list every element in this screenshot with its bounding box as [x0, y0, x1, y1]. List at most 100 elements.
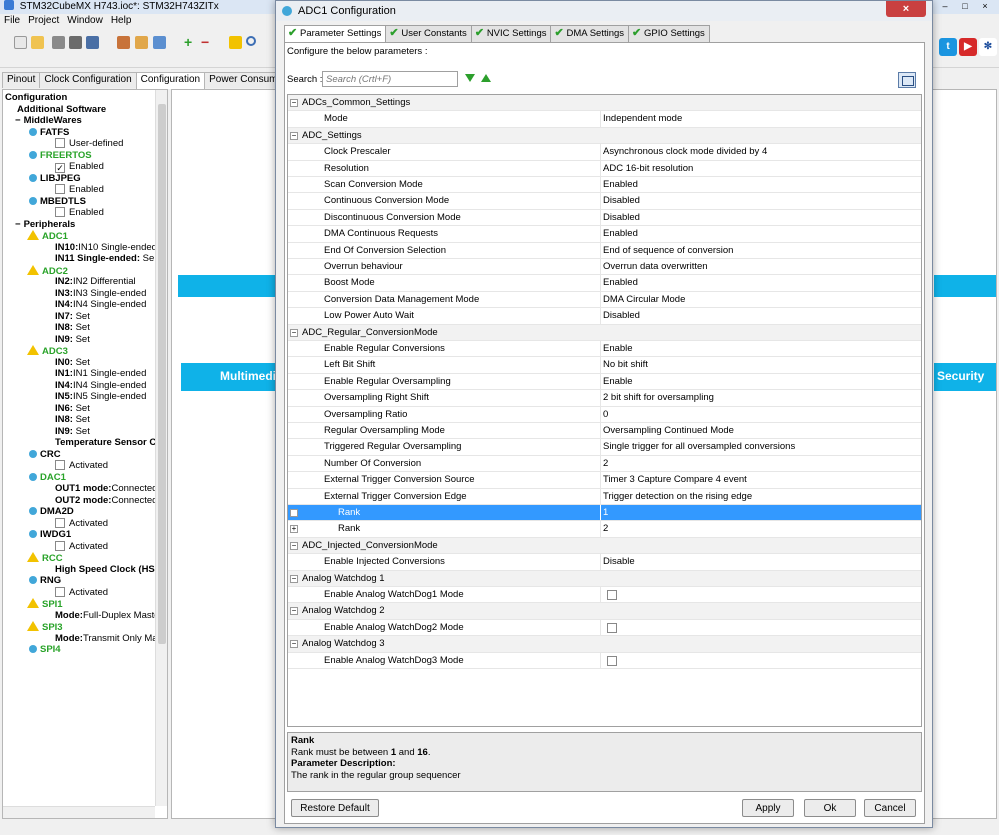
category-multimedia[interactable]: Multimedi [181, 363, 280, 391]
tree-item[interactable]: DMA2D [5, 506, 155, 518]
menu-help[interactable]: Help [111, 15, 132, 26]
parameter-row[interactable]: Mode Independent mode [288, 111, 921, 128]
zoom-out-icon[interactable]: − [201, 35, 214, 49]
parameter-checkbox[interactable] [607, 590, 617, 600]
tree-item[interactable]: Activated [5, 460, 155, 472]
parameter-value[interactable]: Asynchronous clock mode divided by 4 [603, 144, 767, 160]
tree-item[interactable]: FREERTOS [5, 150, 155, 162]
parameter-row[interactable]: Overrun behaviour Overrun data overwritte… [288, 259, 921, 276]
parameter-row[interactable]: Enable Analog WatchDog1 Mode [288, 587, 921, 604]
parameter-row[interactable]: Enable Analog WatchDog3 Mode [288, 652, 921, 669]
parameter-group[interactable]: − ADC_Regular_ConversionMode [288, 324, 921, 341]
cancel-button[interactable]: Cancel [864, 799, 916, 817]
tab-pinout[interactable]: Pinout [2, 72, 41, 88]
parameter-row[interactable]: Continuous Conversion Mode Disabled [288, 193, 921, 210]
parameter-group[interactable]: − ADC_Injected_ConversionMode [288, 537, 921, 555]
expand-icon[interactable]: + [290, 525, 298, 534]
tree-item[interactable]: ADC3 [5, 345, 155, 357]
parameter-row[interactable]: Oversampling Right Shift 2 bit shift for … [288, 390, 921, 407]
search-input[interactable] [322, 71, 458, 87]
parameter-value[interactable]: Overrun data overwritten [603, 259, 708, 275]
tree-item[interactable]: SPI1 [5, 598, 155, 610]
tree-item[interactable]: Enabled [5, 184, 155, 196]
save-as-icon[interactable] [86, 36, 99, 49]
checkbox[interactable] [55, 138, 65, 148]
tree-item[interactable]: IN4:IN4 Single-ended [5, 299, 155, 311]
tree-item[interactable]: IN2:IN2 Differential [5, 276, 155, 288]
tab-clock-configuration[interactable]: Clock Configuration [39, 72, 137, 88]
parameter-row[interactable]: + Rank 1 [288, 505, 921, 522]
tree-item[interactable]: IN3:IN3 Single-ended [5, 288, 155, 300]
parameter-value[interactable]: ADC 16-bit resolution [603, 161, 693, 177]
tree-item[interactable]: IN5:IN5 Single-ended [5, 391, 155, 403]
category-security[interactable]: Security [934, 363, 996, 391]
tree-item[interactable]: SPI3 [5, 621, 155, 633]
tree-item[interactable]: Activated [5, 586, 155, 599]
collapse-icon[interactable]: − [290, 574, 298, 583]
parameter-row[interactable]: Enable Regular Conversions Enable [288, 341, 921, 358]
collapse-icon[interactable]: − [290, 131, 298, 140]
checkbox[interactable] [55, 460, 65, 470]
parameter-value[interactable]: Enable [603, 341, 633, 357]
dialog-close-button[interactable]: × [886, 1, 926, 17]
tree-item[interactable]: DAC1 [5, 472, 155, 484]
parameter-row[interactable]: Number Of Conversion 2 [288, 455, 921, 473]
tree-item[interactable]: IN0: Set [5, 357, 155, 369]
tree-item[interactable]: IN8: Set [5, 322, 155, 334]
tree-item[interactable]: Activated [5, 540, 155, 553]
parameter-row[interactable]: Enable Injected Conversions Disable [288, 554, 921, 571]
parameter-group[interactable]: − Analog Watchdog 1 [288, 570, 921, 587]
collapse-icon[interactable]: − [290, 99, 298, 107]
tab-nvic-settings[interactable]: ✔ NVIC Settings [470, 25, 552, 42]
tree-item[interactable]: ✓ Enabled [5, 161, 155, 173]
parameter-checkbox[interactable] [607, 622, 617, 633]
minimize-icon[interactable]: – [935, 0, 955, 12]
parameter-value[interactable]: Oversampling Continued Mode [603, 423, 734, 439]
youtube-icon[interactable]: ▶ [959, 38, 977, 56]
parameter-row[interactable]: Regular Oversampling Mode Oversampling Co… [288, 423, 921, 440]
tree-item[interactable]: Configuration [5, 92, 155, 104]
tree-item[interactable]: User-defined [5, 138, 155, 150]
parameter-value[interactable]: End of sequence of conversion [603, 243, 733, 259]
tree-item[interactable]: IN11 Single-ended: Se [5, 253, 155, 265]
tree-item[interactable]: IN7: Set [5, 311, 155, 323]
close-icon[interactable]: × [975, 0, 995, 12]
collapse-icon[interactable]: − [15, 115, 21, 126]
expand-icon[interactable]: + [290, 509, 298, 517]
parameter-value[interactable]: Disabled [603, 193, 640, 209]
tree-item[interactable]: Enabled [5, 207, 155, 219]
parameter-value[interactable]: Timer 3 Capture Compare 4 event [603, 472, 747, 488]
parameter-row[interactable]: Left Bit Shift No bit shift [288, 357, 921, 374]
tree-item[interactable]: IN4:IN4 Single-ended [5, 380, 155, 392]
new-file-icon[interactable] [14, 36, 27, 49]
menu-project[interactable]: Project [28, 15, 59, 26]
checkbox[interactable] [55, 586, 65, 597]
parameter-group[interactable]: − ADC_Settings [288, 127, 921, 145]
tree-item[interactable]: Additional Software [5, 104, 155, 116]
save-all-icon[interactable] [69, 36, 82, 49]
tree-item[interactable]: Mode:Transmit Only Mas [5, 633, 162, 645]
parameter-value[interactable]: No bit shift [603, 357, 648, 373]
ok-button[interactable]: Ok [804, 799, 856, 817]
parameter-row[interactable]: Triggered Regular Oversampling Single tri… [288, 439, 921, 456]
help-icon[interactable] [229, 36, 242, 49]
tree-item[interactable]: IN6: Set [5, 403, 155, 415]
parameter-row[interactable]: Oversampling Ratio 0 [288, 406, 921, 423]
parameter-group[interactable]: − Analog Watchdog 2 [288, 603, 921, 620]
tree-item[interactable]: LIBJPEG [5, 173, 155, 185]
parameter-row[interactable]: Scan Conversion Mode Enabled [288, 177, 921, 194]
parameter-value[interactable]: Single trigger for all oversampled conve… [603, 439, 795, 455]
tree-item[interactable]: MBEDTLS [5, 196, 155, 208]
tab-parameter-settings[interactable]: ✔ Parameter Settings [284, 25, 387, 43]
twitter-icon[interactable]: t [939, 38, 957, 56]
zoom-in-icon[interactable]: + [184, 35, 197, 49]
parameter-value[interactable]: 1 [603, 505, 608, 521]
parameter-row[interactable]: External Trigger Conversion Edge Trigger … [288, 488, 921, 505]
parameter-row[interactable]: Discontinuous Conversion Mode Disabled [288, 209, 921, 227]
collapse-icon[interactable]: − [290, 328, 298, 337]
tab-user-constants[interactable]: ✔ User Constants [385, 25, 472, 42]
open-folder-icon[interactable] [31, 36, 44, 49]
parameter-group[interactable]: − ADCs_Common_Settings [288, 95, 921, 112]
parameter-row[interactable]: External Trigger Conversion Source Timer … [288, 472, 921, 489]
tree-item[interactable]: IN10:IN10 Single-ended [5, 242, 157, 254]
